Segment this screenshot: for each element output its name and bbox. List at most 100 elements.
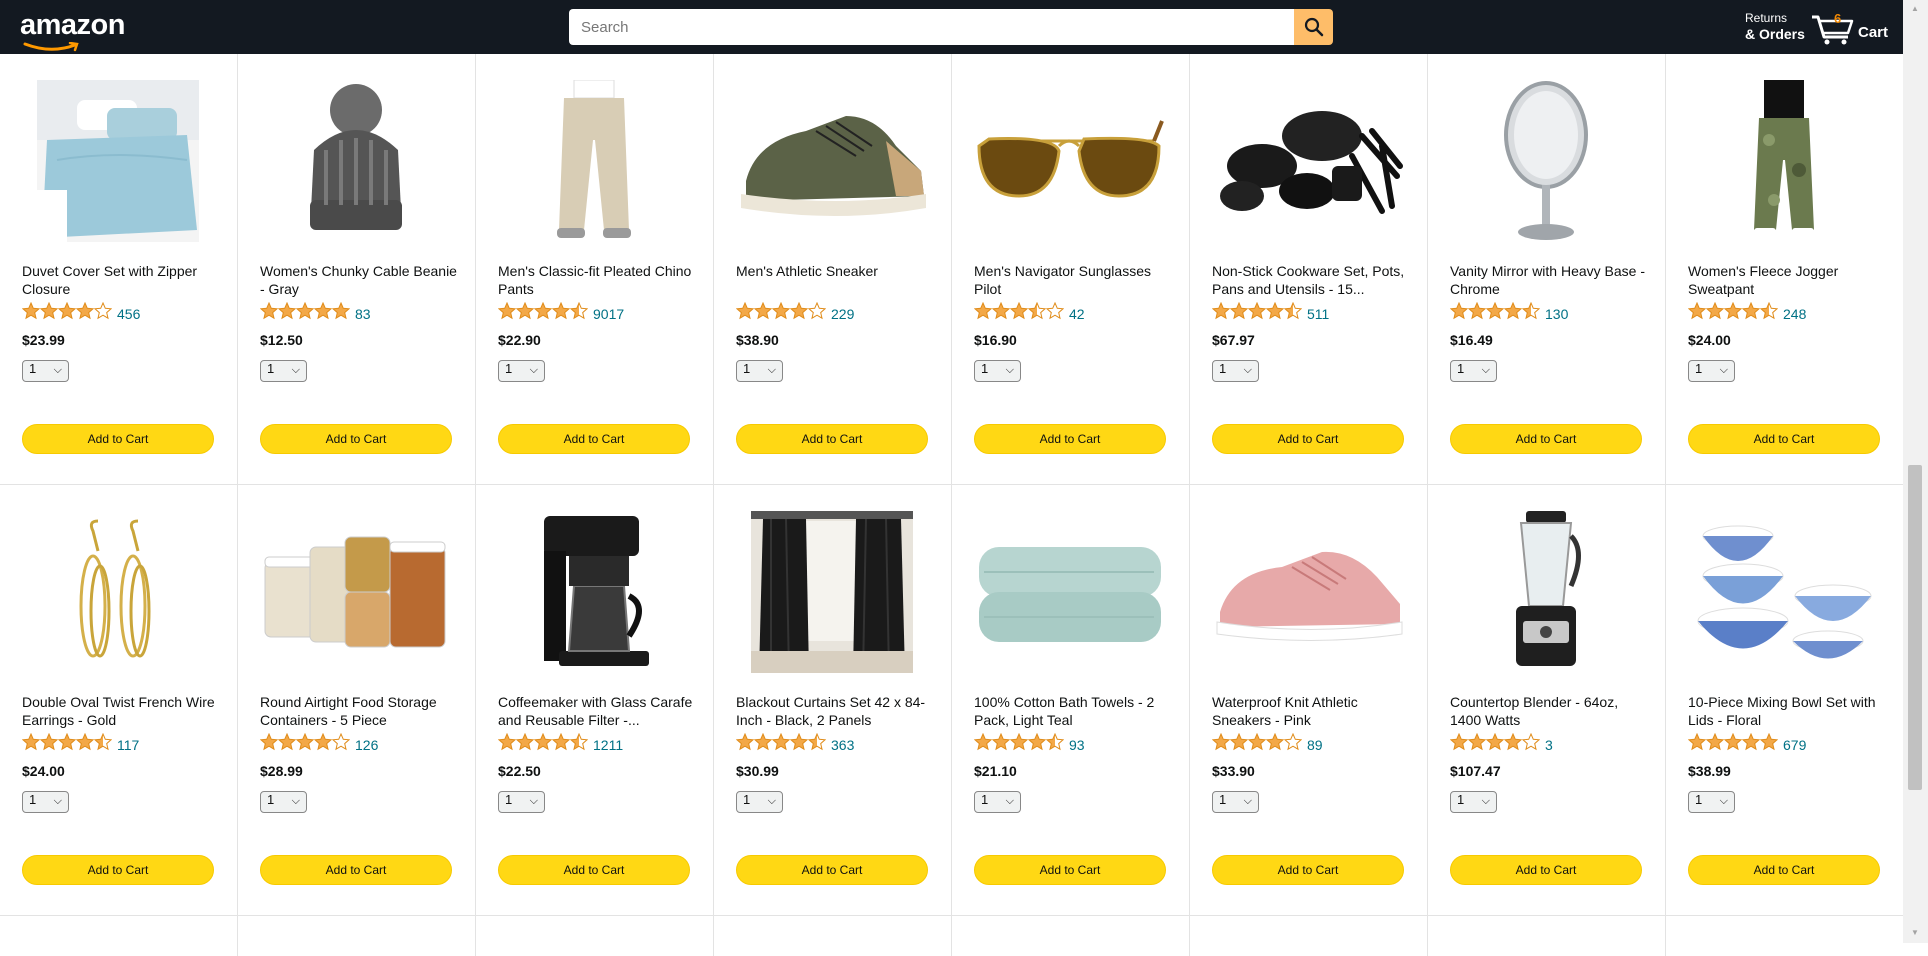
product-title[interactable]: Blackout Curtains Set 42 x 84-Inch - Bla… [736,693,936,729]
product-title[interactable]: Double Oval Twist French Wire Earrings -… [22,693,222,729]
product-image[interactable] [22,79,214,244]
search-input[interactable] [569,9,1294,45]
review-count-link[interactable]: 117 [117,737,139,753]
add-to-cart-button[interactable]: Add to Cart [260,855,452,885]
product-title[interactable]: Duvet Cover Set with Zipper Closure [22,262,222,298]
product-image[interactable] [1212,82,1404,244]
cart-button[interactable]: 6 Cart [1810,9,1890,47]
product-title[interactable]: Women's Fleece Jogger Sweatpant [1688,262,1888,298]
product-image[interactable] [498,513,690,675]
star-rating[interactable] [21,732,113,756]
review-count-link[interactable]: 456 [117,306,140,322]
star-rating[interactable] [1211,301,1303,325]
review-count-link[interactable]: 1211 [593,737,623,753]
review-count-link[interactable]: 248 [1783,306,1806,322]
quantity-select[interactable]: 1 ⌵ [736,360,783,382]
add-to-cart-button[interactable]: Add to Cart [736,855,928,885]
quantity-select[interactable]: 1 ⌵ [736,791,783,813]
star-rating[interactable] [497,301,589,325]
quantity-select[interactable]: 1 ⌵ [22,791,69,813]
product-image[interactable] [260,82,452,244]
product-title[interactable]: Women's Chunky Cable Beanie - Gray [260,262,460,298]
star-rating[interactable] [259,301,351,325]
add-to-cart-button[interactable]: Add to Cart [1688,855,1880,885]
product-title[interactable]: Waterproof Knit Athletic Sneakers - Pink [1212,693,1412,729]
quantity-select[interactable]: 1 ⌵ [974,791,1021,813]
product-image[interactable] [22,513,214,675]
product-title[interactable]: Vanity Mirror with Heavy Base - Chrome [1450,262,1650,298]
quantity-select[interactable]: 1 ⌵ [1212,791,1259,813]
amazon-logo[interactable]: amazon [20,9,125,52]
product-image[interactable] [736,82,928,244]
product-title[interactable]: Round Airtight Food Storage Containers -… [260,693,460,729]
scroll-down-arrow-icon[interactable]: ▼ [1911,928,1919,937]
product-title[interactable]: Coffeemaker with Glass Carafe and Reusab… [498,693,698,729]
review-count-link[interactable]: 126 [355,737,378,753]
add-to-cart-button[interactable]: Add to Cart [1688,424,1880,454]
add-to-cart-button[interactable]: Add to Cart [260,424,452,454]
star-rating[interactable] [735,732,827,756]
add-to-cart-button[interactable]: Add to Cart [736,424,928,454]
quantity-select[interactable]: 1 ⌵ [974,360,1021,382]
star-rating[interactable] [973,301,1065,325]
product-image[interactable] [736,510,928,675]
review-count-link[interactable]: 83 [355,306,371,322]
product-title[interactable]: Non-Stick Cookware Set, Pots, Pans and U… [1212,262,1412,298]
add-to-cart-button[interactable]: Add to Cart [974,424,1166,454]
add-to-cart-button[interactable]: Add to Cart [1212,424,1404,454]
star-rating[interactable] [1449,301,1541,325]
product-title[interactable]: Countertop Blender - 64oz, 1400 Watts [1450,693,1650,729]
review-count-link[interactable]: 93 [1069,737,1085,753]
product-image[interactable] [498,79,690,244]
add-to-cart-button[interactable]: Add to Cart [974,855,1166,885]
scrollbar-thumb[interactable] [1908,465,1922,790]
scroll-up-arrow-icon[interactable]: ▲ [1911,4,1919,13]
add-to-cart-button[interactable]: Add to Cart [22,855,214,885]
star-rating[interactable] [1687,732,1779,756]
star-rating[interactable] [1211,732,1303,756]
star-rating[interactable] [1449,732,1541,756]
review-count-link[interactable]: 229 [831,306,854,322]
page-scrollbar[interactable]: ▲ ▼ [1903,0,1928,943]
add-to-cart-button[interactable]: Add to Cart [22,424,214,454]
product-image[interactable] [1450,80,1642,244]
quantity-select[interactable]: 1 ⌵ [260,791,307,813]
product-image[interactable] [974,82,1166,244]
product-image[interactable] [1688,79,1880,244]
quantity-select[interactable]: 1 ⌵ [498,360,545,382]
product-image[interactable] [1450,510,1642,675]
quantity-select[interactable]: 1 ⌵ [1450,360,1497,382]
quantity-select[interactable]: 1 ⌵ [498,791,545,813]
quantity-select[interactable]: 1 ⌵ [1688,360,1735,382]
product-image[interactable] [260,513,452,675]
star-rating[interactable] [735,301,827,325]
product-title[interactable]: Men's Classic-fit Pleated Chino Pants [498,262,698,298]
review-count-link[interactable]: 89 [1307,737,1323,753]
review-count-link[interactable]: 363 [831,737,854,753]
add-to-cart-button[interactable]: Add to Cart [1212,855,1404,885]
review-count-link[interactable]: 9017 [593,306,624,322]
product-title[interactable]: Men's Navigator Sunglasses Pilot [974,262,1174,298]
product-title[interactable]: 100% Cotton Bath Towels - 2 Pack, Light … [974,693,1174,729]
add-to-cart-button[interactable]: Add to Cart [498,855,690,885]
star-rating[interactable] [21,301,113,325]
search-button[interactable] [1294,9,1333,45]
product-image[interactable] [1212,513,1404,675]
quantity-select[interactable]: 1 ⌵ [260,360,307,382]
product-title[interactable]: Men's Athletic Sneaker [736,262,936,298]
add-to-cart-button[interactable]: Add to Cart [1450,424,1642,454]
review-count-link[interactable]: 3 [1545,737,1553,753]
quantity-select[interactable]: 1 ⌵ [22,360,69,382]
quantity-select[interactable]: 1 ⌵ [1450,791,1497,813]
review-count-link[interactable]: 679 [1783,737,1806,753]
review-count-link[interactable]: 42 [1069,306,1085,322]
product-title[interactable]: 10-Piece Mixing Bowl Set with Lids - Flo… [1688,693,1888,729]
returns-orders-link[interactable]: Returns & Orders [1745,10,1805,42]
product-image[interactable] [974,513,1166,675]
add-to-cart-button[interactable]: Add to Cart [1450,855,1642,885]
star-rating[interactable] [497,732,589,756]
product-image[interactable] [1688,513,1880,675]
review-count-link[interactable]: 130 [1545,306,1568,322]
review-count-link[interactable]: 511 [1307,306,1329,322]
star-rating[interactable] [259,732,351,756]
